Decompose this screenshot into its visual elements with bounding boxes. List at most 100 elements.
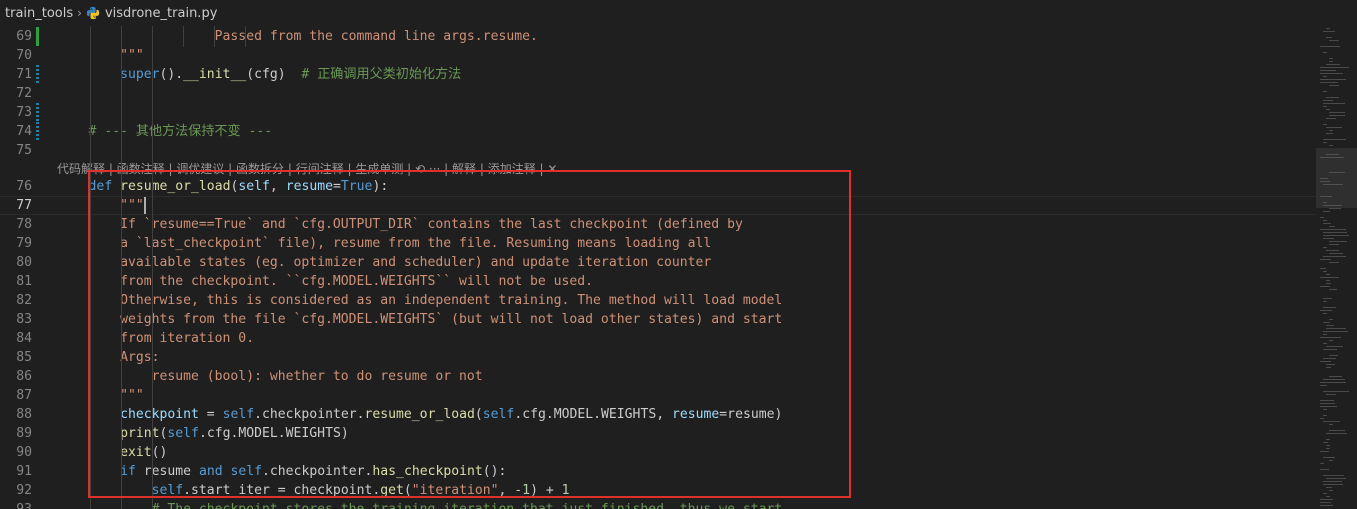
code-token: # --- 其他方法保持不变 --- <box>88 124 273 139</box>
code-line[interactable]: 92 self.start_iter = checkpoint.get("ite… <box>0 481 1316 500</box>
minimap-line <box>1323 457 1335 458</box>
python-file-icon <box>86 6 100 20</box>
minimap-line <box>1320 385 1327 386</box>
minimap-line <box>1329 340 1333 341</box>
minimap[interactable] <box>1316 26 1357 509</box>
code-line[interactable]: 76 def resume_or_load(self, resume=True)… <box>0 177 1316 196</box>
code-token: resume_or_load <box>364 407 475 422</box>
minimap-line <box>1320 361 1331 362</box>
code-token: # The checkpoint stores the training ite… <box>57 502 783 509</box>
code-token: self <box>238 179 270 194</box>
code-line[interactable]: 79 a `last_checkpoint` file), resume fro… <box>0 234 1316 253</box>
code-line[interactable]: 89 print(self.cfg.MODEL.WEIGHTS) <box>0 424 1316 443</box>
minimap-line <box>1320 73 1343 74</box>
minimap-line <box>1329 253 1343 254</box>
code-token: and <box>198 464 223 479</box>
minimap-line <box>1326 28 1330 29</box>
minimap-line <box>1323 205 1342 206</box>
breadcrumb-folder[interactable]: train_tools <box>5 6 73 21</box>
minimap-line <box>1329 112 1345 113</box>
line-number: 79 <box>16 236 32 251</box>
indent-guide <box>214 26 215 47</box>
line-number: 85 <box>16 350 32 365</box>
line-number: 69 <box>16 29 32 44</box>
minimap-line <box>1329 262 1339 263</box>
code-token: from iteration 0. <box>57 331 255 346</box>
line-number: 93 <box>0 500 32 509</box>
minimap-line <box>1329 145 1333 146</box>
minimap-line <box>1329 130 1333 131</box>
code-line[interactable]: 77 """ <box>0 196 1316 215</box>
minimap-line <box>1323 106 1327 107</box>
code-text: def resume_or_load(self, resume=True): <box>57 177 389 196</box>
minimap-line <box>1323 331 1348 332</box>
minimap-line <box>1323 202 1327 203</box>
minimap-line <box>1323 475 1344 476</box>
code-line[interactable]: 74 # --- 其他方法保持不变 --- <box>0 122 1316 141</box>
minimap-line <box>1320 406 1337 407</box>
code-line[interactable]: 73 <box>0 103 1316 122</box>
code-line[interactable]: 84 from iteration 0. <box>0 329 1316 348</box>
line-number: 86 <box>16 369 32 384</box>
code-line[interactable]: 81 from the checkpoint. ``cfg.MODEL.WEIG… <box>0 272 1316 291</box>
minimap-line <box>1320 259 1331 260</box>
code-line[interactable]: 82 Otherwise, this is considered as an i… <box>0 291 1316 310</box>
minimap-line <box>1320 382 1346 383</box>
line-number: 84 <box>16 331 32 346</box>
code-text: Otherwise, this is considered as an inde… <box>57 291 782 310</box>
code-token: self <box>230 464 263 479</box>
minimap-line <box>1329 424 1333 425</box>
code-token: .cfg.MODEL.WEIGHTS, <box>514 407 672 422</box>
minimap-line <box>1329 58 1333 59</box>
code-token: .cfg.MODEL.WEIGHTS) <box>198 426 349 441</box>
code-line[interactable]: 85 Args: <box>0 348 1316 367</box>
minimap-line <box>1323 139 1346 140</box>
minimap-line <box>1320 451 1329 452</box>
code-text: a `last_checkpoint` file), resume from t… <box>57 234 711 253</box>
code-line[interactable]: 93 # The checkpoint stores the training … <box>0 500 1316 509</box>
code-token: ( <box>403 483 412 498</box>
code-token: ): <box>372 179 389 194</box>
minimap-line <box>1323 442 1328 443</box>
code-line[interactable]: 83 weights from the file `cfg.MODEL.WEIG… <box>0 310 1316 329</box>
line-number: 75 <box>16 143 32 158</box>
code-line[interactable]: 91 if resume and self.checkpointer.has_c… <box>0 462 1316 481</box>
code-token: If `resume==True` and `cfg.OUTPUT_DIR` c… <box>57 217 743 232</box>
minimap-line <box>1326 250 1339 251</box>
minimap-line <box>1326 127 1342 128</box>
indent-guide <box>121 26 122 509</box>
code-line[interactable]: 75 <box>0 141 1316 160</box>
line-number: 92 <box>16 483 32 498</box>
minimap-line <box>1320 229 1346 230</box>
minimap-line <box>1320 79 1346 80</box>
code-token: True <box>340 179 373 194</box>
code-line[interactable]: 90 exit() <box>0 443 1316 462</box>
code-line[interactable]: 72 <box>0 84 1316 103</box>
minimap-line <box>1323 52 1327 53</box>
breadcrumb-file[interactable]: visdrone_train.py <box>105 6 217 21</box>
code-line[interactable]: 70 """ <box>0 46 1316 65</box>
minimap-line <box>1326 364 1335 365</box>
code-line[interactable]: 86 resume (bool): whether to do resume o… <box>0 367 1316 386</box>
minimap-line <box>1326 325 1334 326</box>
code-line[interactable]: 88 checkpoint = self.checkpointer.resume… <box>0 405 1316 424</box>
minimap-line <box>1323 247 1327 248</box>
code-editor[interactable]: 代码解释 | 函数注释 | 调优建议 | 函数拆分 | 行间注释 | 生成单测 … <box>0 26 1316 509</box>
minimap-line <box>1326 445 1330 446</box>
line-number: 72 <box>16 86 32 101</box>
code-line[interactable]: 78 If `resume==True` and `cfg.OUTPUT_DIR… <box>0 215 1316 234</box>
code-token: ) + <box>530 483 562 498</box>
code-line[interactable]: 71 super().__init__(cfg) # 正确调用父类初始化方法 <box>0 65 1316 84</box>
minimap-line <box>1323 103 1345 104</box>
indent-guide <box>183 26 184 47</box>
line-number: 88 <box>16 407 32 422</box>
code-line[interactable]: 87 """ <box>0 386 1316 405</box>
code-token: """ <box>57 198 144 213</box>
minimap-line <box>1323 298 1332 299</box>
code-line[interactable]: 80 available states (eg. optimizer and s… <box>0 253 1316 272</box>
code-token: a `last_checkpoint` file), resume from t… <box>57 236 712 251</box>
code-line[interactable]: 69 Passed from the command line args.res… <box>0 27 1316 46</box>
code-text: Passed from the command line args.resume… <box>57 27 538 46</box>
